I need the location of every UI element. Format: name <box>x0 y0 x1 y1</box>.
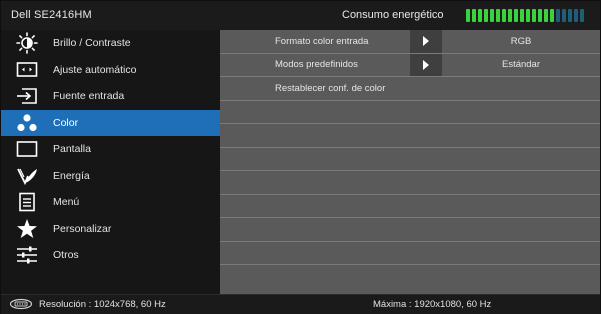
setting-row-reset-color[interactable]: Restablecer conf. de color <box>220 77 600 101</box>
setting-value: Estándar <box>501 59 541 71</box>
osd-sidebar: Brillo / Contraste Ajuste automático Fue… <box>1 30 220 294</box>
empty-row <box>220 171 600 195</box>
power-meter-segment <box>508 9 512 22</box>
empty-row <box>220 124 600 148</box>
power-meter-segment <box>544 9 548 22</box>
power-consumption-label: Consumo energético <box>342 9 444 21</box>
power-meter-segment <box>514 9 518 22</box>
empty-row <box>220 265 600 294</box>
sidebar-item-label: Fuente entrada <box>53 90 125 103</box>
energy-icon <box>1 163 53 189</box>
setting-row-preset-modes[interactable]: Modos predefinidos Estándar <box>220 53 600 77</box>
sidebar-item-label: Otros <box>53 249 79 262</box>
power-consumption-meter <box>466 9 584 22</box>
osd-footer: Resolución : 1024x768, 60 Hz Máxima : 19… <box>1 294 600 314</box>
sidebar-item-brightness-contrast[interactable]: Brillo / Contraste <box>1 30 220 57</box>
sidebar-item-menu[interactable]: Menú <box>1 189 220 216</box>
sidebar-item-input-source[interactable]: Fuente entrada <box>1 83 220 110</box>
sidebar-item-display[interactable]: Pantalla <box>1 136 220 163</box>
power-meter-segment <box>472 9 476 22</box>
sidebar-item-label: Color <box>53 116 79 129</box>
sidebar-item-label: Personalizar <box>53 222 112 235</box>
power-meter-segment <box>574 9 578 22</box>
sidebar-item-label: Menú <box>53 196 80 209</box>
color-icon <box>1 110 53 136</box>
input-source-icon <box>1 83 53 109</box>
power-meter-segment <box>466 9 470 22</box>
sidebar-item-auto-adjust[interactable]: Ajuste automático <box>1 57 220 84</box>
sidebar-item-label: Pantalla <box>53 143 91 156</box>
power-meter-segment <box>502 9 506 22</box>
others-icon <box>1 242 53 268</box>
sidebar-item-label: Energía <box>53 169 90 182</box>
display-icon <box>1 136 53 162</box>
power-meter-segment <box>538 9 542 22</box>
star-icon <box>1 216 53 242</box>
empty-row <box>220 195 600 218</box>
power-meter-segment <box>568 9 572 22</box>
power-meter-segment <box>556 9 560 22</box>
resolution-icon <box>9 298 33 313</box>
empty-row <box>220 242 600 265</box>
sidebar-item-color[interactable]: Color <box>1 109 220 136</box>
monitor-osd: Dell SE2416HM Consumo energético Brillo … <box>0 0 601 314</box>
sidebar-item-label: Brillo / Contraste <box>53 37 131 50</box>
empty-row <box>220 101 600 124</box>
osd-header: Dell SE2416HM Consumo energético <box>1 1 600 30</box>
empty-row <box>220 148 600 171</box>
sidebar-item-energy[interactable]: Energía <box>1 163 220 190</box>
menu-icon <box>1 189 53 215</box>
power-meter-segment <box>550 9 554 22</box>
sidebar-item-others[interactable]: Otros <box>1 242 220 269</box>
current-resolution: Resolución : 1024x768, 60 Hz <box>39 299 166 310</box>
power-meter-segment <box>484 9 488 22</box>
monitor-model: Dell SE2416HM <box>11 9 92 21</box>
sidebar-item-personalize[interactable]: Personalizar <box>1 216 220 243</box>
power-meter-segment <box>532 9 536 22</box>
setting-label: Modos predefinidos <box>275 59 358 71</box>
right-arrow-icon[interactable] <box>410 53 442 76</box>
power-meter-segment <box>562 9 566 22</box>
auto-adjust-icon <box>1 57 53 83</box>
setting-label: Formato color entrada <box>275 35 369 47</box>
color-settings-panel: Formato color entrada RGB Modos predefin… <box>220 30 600 294</box>
sidebar-item-label: Ajuste automático <box>53 63 137 76</box>
setting-label: Restablecer conf. de color <box>275 82 386 94</box>
power-meter-segment <box>526 9 530 22</box>
power-meter-segment <box>478 9 482 22</box>
setting-row-input-color-format[interactable]: Formato color entrada RGB <box>220 30 600 54</box>
power-meter-segment <box>580 9 584 22</box>
empty-row <box>220 218 600 242</box>
maximum-resolution: Máxima : 1920x1080, 60 Hz <box>373 299 492 310</box>
power-meter-segment <box>490 9 494 22</box>
brightness-icon <box>1 30 53 56</box>
right-arrow-icon[interactable] <box>410 30 442 53</box>
setting-value: RGB <box>510 35 532 47</box>
power-meter-segment <box>520 9 524 22</box>
power-meter-segment <box>496 9 500 22</box>
